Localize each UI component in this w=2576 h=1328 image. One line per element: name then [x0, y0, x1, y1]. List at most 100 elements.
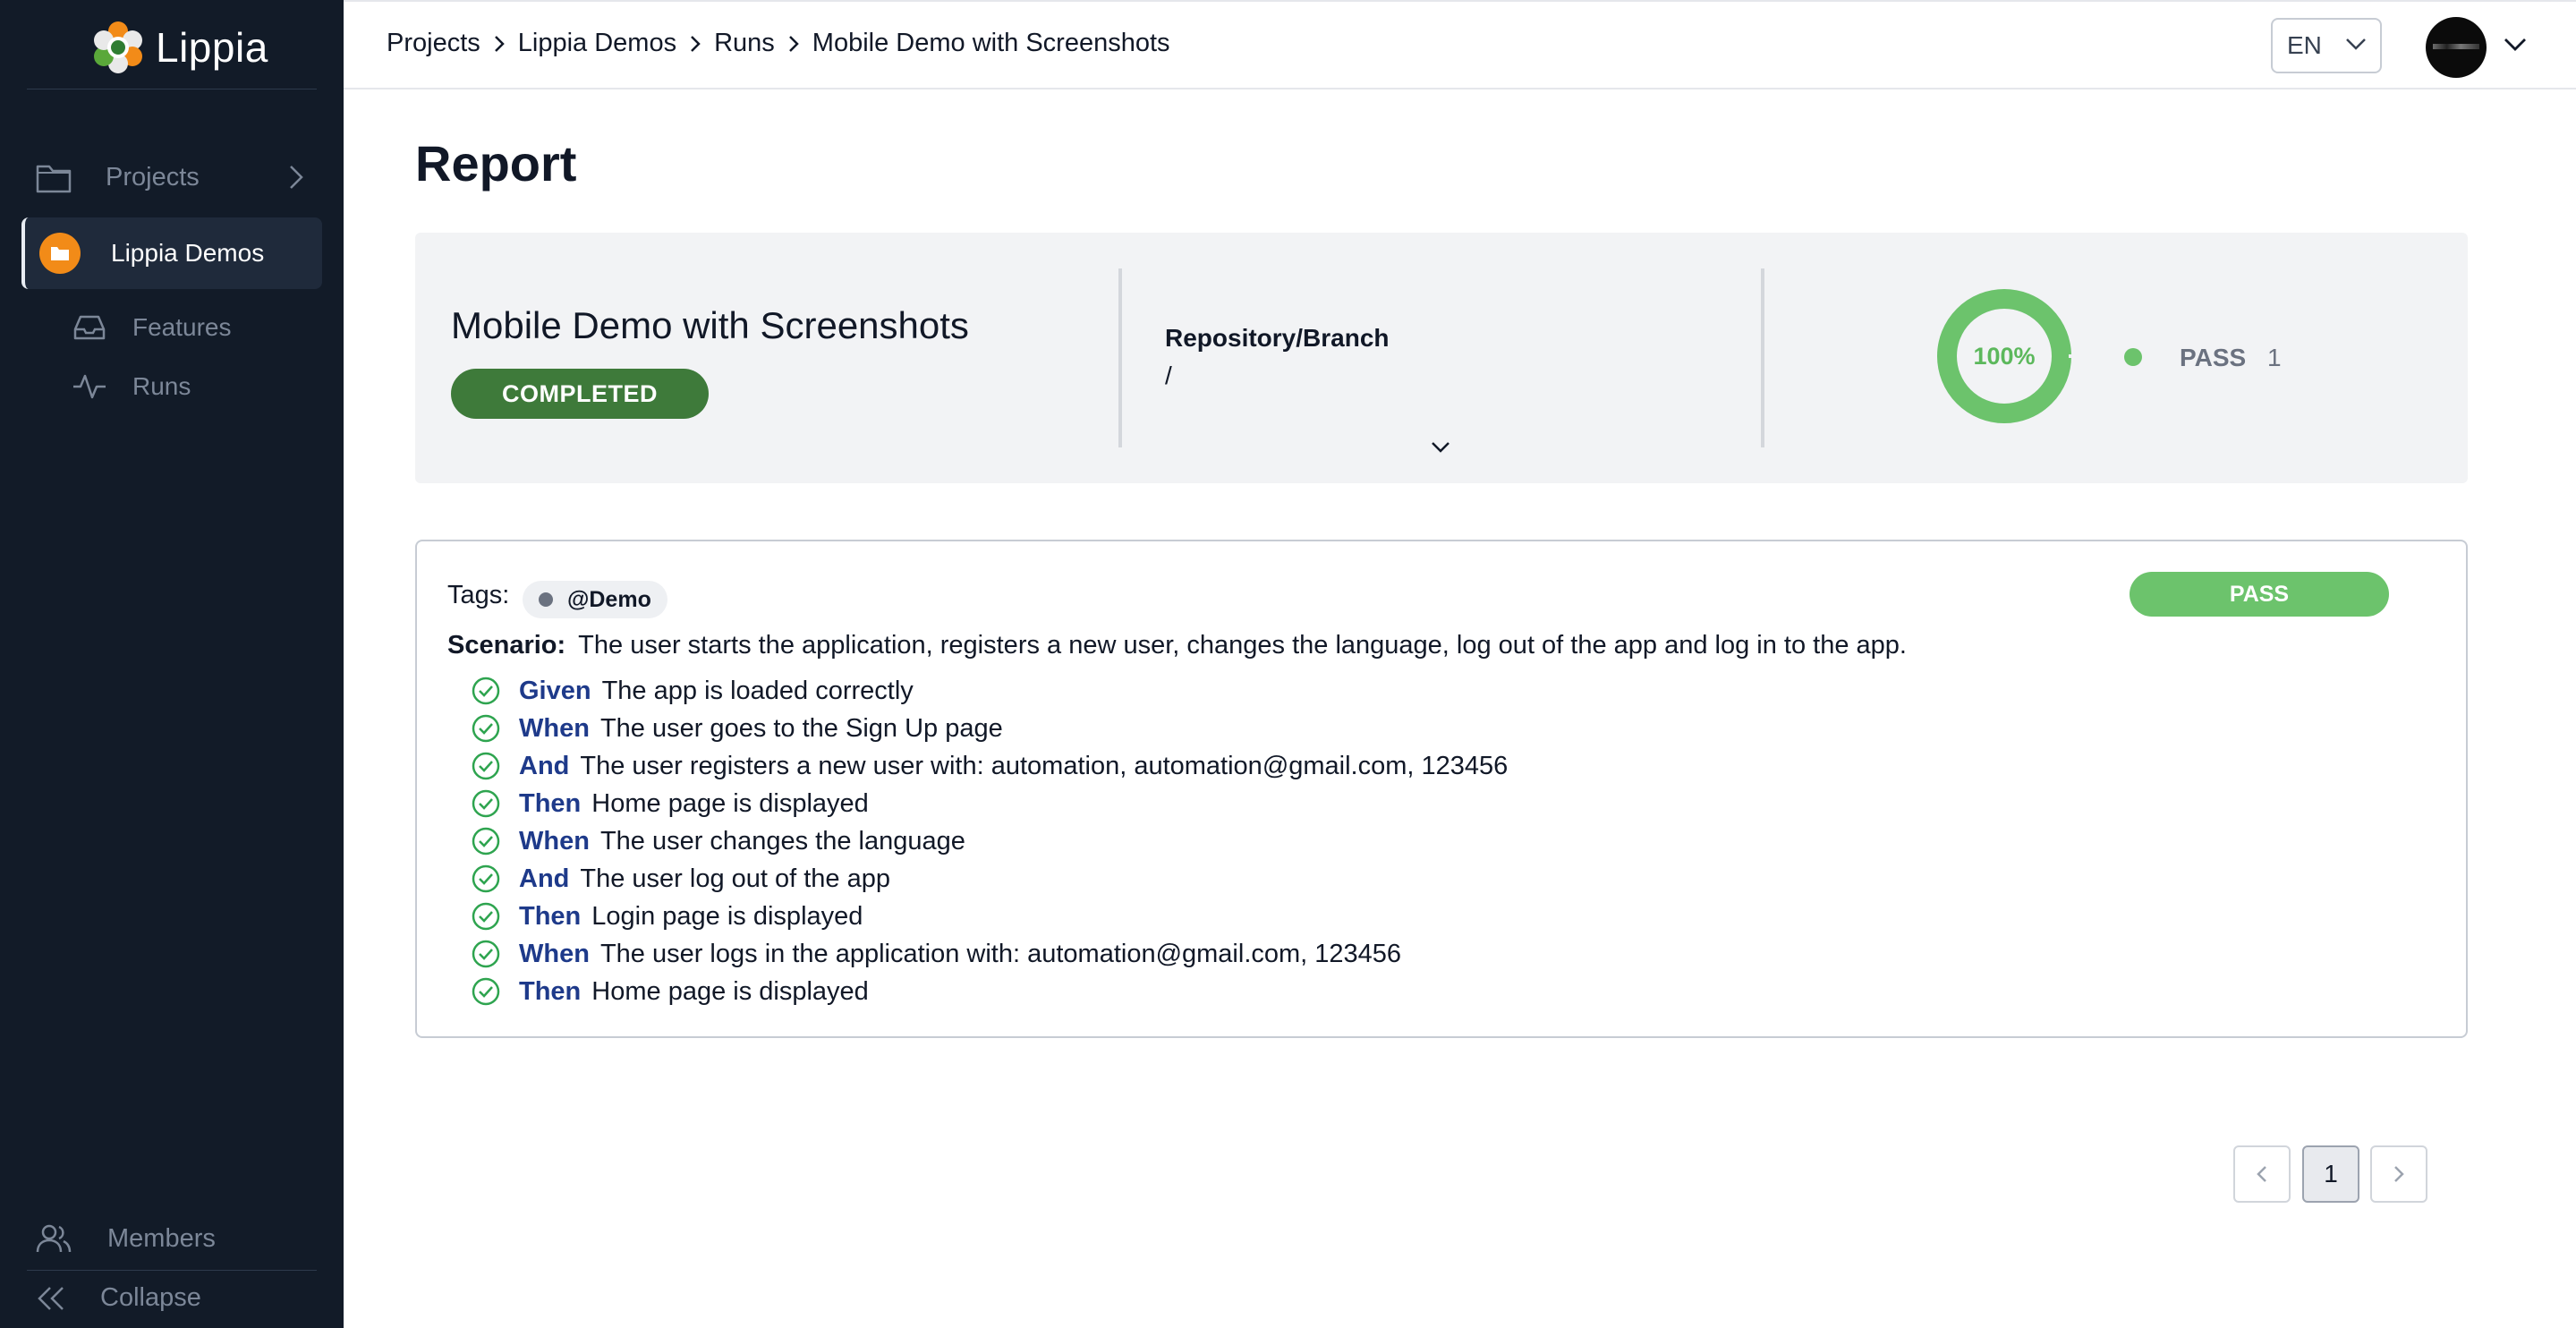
- sidebar-item-label: Runs: [132, 372, 191, 400]
- chevron-right-icon: [689, 34, 701, 54]
- sidebar-item-features[interactable]: Features: [72, 311, 232, 344]
- collapse-button[interactable]: Collapse: [36, 1283, 201, 1313]
- inbox-icon: [73, 315, 106, 340]
- language-select[interactable]: EN: [2271, 18, 2382, 73]
- language-value: EN: [2287, 31, 2322, 59]
- sidebar-item-label: Lippia Demos: [111, 239, 265, 267]
- step-text: Home page is displayed: [591, 788, 869, 818]
- chevron-right-icon: [493, 34, 506, 54]
- folder-icon: [51, 247, 69, 260]
- breadcrumb: Projects Lippia Demos Runs Mobile Demo w…: [387, 29, 1170, 58]
- chevron-right-icon: [290, 166, 303, 189]
- step-row: Given The app is loaded correctly: [471, 672, 1508, 710]
- prev-page-button[interactable]: [2233, 1145, 2291, 1203]
- check-circle-icon: [472, 789, 500, 818]
- tag-label: @Demo: [567, 586, 651, 612]
- chevron-down-icon[interactable]: [2503, 36, 2528, 54]
- divider: [1118, 268, 1122, 447]
- chevron-right-icon: [2394, 1166, 2404, 1182]
- check-circle-icon: [472, 902, 500, 931]
- step-list: Given The app is loaded correctly When The …: [471, 672, 1508, 1010]
- app-name: Lippia: [156, 24, 268, 71]
- sidebar-divider: [27, 1270, 317, 1271]
- step-row: And The user log out of the app: [471, 860, 1508, 898]
- scenario-line: Scenario: The user starts the application…: [447, 631, 1907, 660]
- step-text: The user changes the language: [599, 826, 965, 856]
- step-text: The user logs in the application with: a…: [599, 939, 1402, 968]
- run-name: Mobile Demo with Screenshots: [451, 304, 969, 346]
- sidebar-item-runs[interactable]: Runs: [72, 370, 191, 403]
- sidebar-item-label: Projects: [106, 162, 200, 192]
- step-row: Then Home page is displayed: [471, 785, 1508, 822]
- repo-label: Repository/Branch: [1165, 324, 1390, 352]
- check-circle-icon: [472, 864, 500, 893]
- scenario-card: Tags: @Demo PASS Scenario: The user start…: [415, 540, 2468, 1038]
- sidebar-item-lippia-demos[interactable]: Lippia Demos: [21, 217, 322, 289]
- breadcrumb-current: Mobile Demo with Screenshots: [812, 29, 1170, 57]
- chevron-down-icon[interactable]: [1430, 440, 1451, 455]
- step-keyword: And: [519, 864, 570, 893]
- folder-icon: [36, 165, 72, 193]
- avatar[interactable]: [2426, 17, 2487, 78]
- step-text: Home page is displayed: [591, 976, 869, 1006]
- step-row: And The user registers a new user with: a…: [471, 747, 1508, 785]
- app-logo[interactable]: Lippia: [89, 18, 268, 77]
- sidebar: Lippia Projects Lippia Demos Features Ru…: [0, 0, 344, 1328]
- pass-legend-label: PASS: [2180, 344, 2247, 371]
- step-row: Then Login page is displayed: [471, 898, 1508, 935]
- check-circle-icon: [472, 677, 500, 705]
- scenario-result-badge: PASS: [2130, 572, 2389, 617]
- step-keyword: When: [519, 713, 590, 743]
- chevron-left-icon: [2257, 1166, 2266, 1182]
- step-row: When The user goes to the Sign Up page: [471, 710, 1508, 747]
- pass-legend-count: 1: [2267, 344, 2282, 371]
- step-keyword: Then: [519, 788, 582, 818]
- check-circle-icon: [472, 977, 500, 1006]
- status-badge: COMPLETED: [451, 369, 709, 419]
- tag-dot: [539, 592, 553, 607]
- sidebar-item-label: Features: [132, 313, 232, 341]
- breadcrumb-projects[interactable]: Projects: [387, 29, 480, 58]
- collapse-label: Collapse: [100, 1283, 201, 1312]
- scenario-text: The user starts the application, registe…: [578, 631, 1907, 660]
- step-text: The user log out of the app: [580, 864, 891, 893]
- lippia-logo-icon: [94, 21, 142, 73]
- step-keyword: When: [519, 826, 590, 856]
- sidebar-item-label: Members: [107, 1223, 216, 1253]
- project-badge: [39, 233, 81, 274]
- step-keyword: When: [519, 939, 590, 968]
- step-keyword: Then: [519, 976, 582, 1006]
- breadcrumb-runs[interactable]: Runs: [714, 29, 775, 58]
- step-row: When The user logs in the application wit…: [471, 935, 1508, 973]
- activity-icon: [73, 374, 106, 399]
- step-keyword: And: [519, 751, 570, 780]
- sidebar-item-members[interactable]: Members: [36, 1222, 216, 1255]
- next-page-button[interactable]: [2370, 1145, 2427, 1203]
- divider: [1761, 268, 1764, 447]
- sidebar-item-projects[interactable]: Projects: [36, 154, 304, 200]
- check-circle-icon: [472, 940, 500, 968]
- pass-rate-label: 100%: [1973, 342, 2036, 370]
- pass-legend-dot: [2124, 348, 2142, 366]
- top-bar: Projects Lippia Demos Runs Mobile Demo w…: [344, 0, 2576, 89]
- step-row: When The user changes the language: [471, 822, 1508, 860]
- check-circle-icon: [472, 752, 500, 780]
- chevron-down-icon: [2346, 38, 2366, 50]
- step-row: Then Home page is displayed: [471, 973, 1508, 1010]
- step-text: Login page is displayed: [591, 901, 863, 931]
- check-circle-icon: [472, 827, 500, 856]
- breadcrumb-project[interactable]: Lippia Demos: [518, 29, 676, 58]
- step-text: The app is loaded correctly: [601, 676, 914, 705]
- page-1-button[interactable]: 1: [2302, 1145, 2359, 1203]
- step-keyword: Given: [519, 676, 591, 705]
- step-text: The user registers a new user with: auto…: [580, 751, 1509, 780]
- page-title: Report: [415, 135, 577, 192]
- chevrons-left-icon: [38, 1286, 64, 1310]
- step-text: The user goes to the Sign Up page: [599, 713, 1003, 743]
- repo-value: /: [1165, 362, 1172, 389]
- step-keyword: Then: [519, 901, 582, 931]
- tag-chip[interactable]: @Demo: [523, 581, 667, 618]
- chevron-right-icon: [787, 34, 800, 54]
- scenario-keyword: Scenario:: [447, 631, 566, 660]
- run-summary-card: Mobile Demo with Screenshots COMPLETED R…: [415, 233, 2468, 483]
